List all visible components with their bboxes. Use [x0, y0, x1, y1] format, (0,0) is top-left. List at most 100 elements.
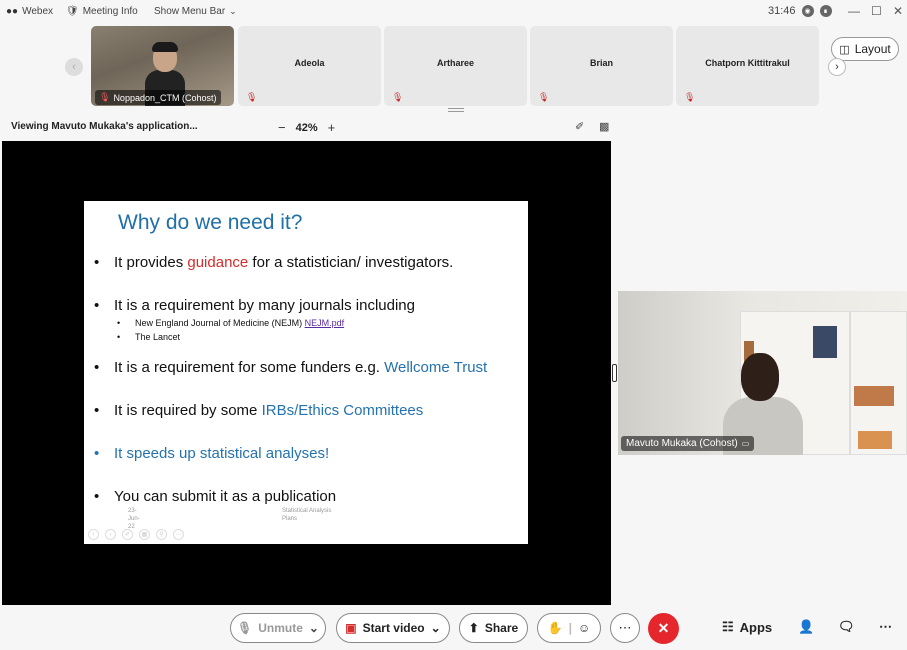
- participant-tile[interactable]: Brian 🎙: [530, 26, 673, 106]
- recording-icon[interactable]: ◉: [801, 5, 814, 17]
- slide-bullet: • You can submit it as a publication: [94, 488, 337, 505]
- webex-logo: ●● Webex: [6, 6, 53, 17]
- speaker-video[interactable]: Mavuto Mukaka (Cohost) ▭: [618, 291, 907, 455]
- speaker-label: Mavuto Mukaka (Cohost) ▭: [621, 436, 755, 451]
- speaker-name: Mavuto Mukaka (Cohost): [626, 438, 738, 449]
- apps-icon: ☷: [722, 619, 734, 634]
- share-icon: ⬆: [468, 621, 479, 635]
- chevron-left-icon: ‹: [72, 61, 76, 73]
- slide-footer-title: Statistical Analysis Plans: [282, 508, 332, 522]
- chat-icon: 🗨: [838, 619, 855, 634]
- title-bar: ●● Webex 🛡 Meeting Info Show Menu Bar ⌄ …: [0, 0, 907, 26]
- more-icon: ⋯: [618, 620, 632, 635]
- participant-name: Adeola: [294, 58, 325, 68]
- video-off-icon: ▣: [345, 621, 357, 635]
- nejm-pdf-link[interactable]: NEJM.pdf: [305, 318, 345, 328]
- slide-bullet: • It is a requirement for some funders e.…: [94, 359, 488, 376]
- share-label: Share: [484, 621, 519, 635]
- participants-icon: 👤: [798, 619, 815, 634]
- apps-label: Apps: [739, 619, 773, 635]
- slide-bullet: • It is required by some IRBs/Ethics Comm…: [94, 402, 424, 419]
- sharing-icon: ▭: [741, 439, 750, 448]
- layout-button[interactable]: ◫ Layout: [831, 37, 899, 61]
- unmute-label: Unmute: [258, 621, 303, 635]
- muted-mic-icon: 🎙: [392, 92, 404, 102]
- end-meeting-button[interactable]: ✕: [648, 613, 679, 644]
- start-video-label: Start video: [362, 621, 425, 635]
- annotate-icon[interactable]: ✐: [575, 120, 584, 133]
- muted-mic-icon: 🎙: [538, 92, 550, 102]
- slide-sub-bullet: • The Lancet: [117, 332, 181, 342]
- start-video-button[interactable]: ▣ Start video ⌄: [336, 613, 450, 643]
- slide-bullet: • It is a requirement by many journals in…: [94, 297, 415, 314]
- layout-label: Layout: [854, 42, 891, 56]
- participant-name: Artharee: [436, 58, 474, 68]
- slide-pen-icon[interactable]: ✐: [122, 529, 133, 540]
- participant-name: Noppadon_CTM (Cohost): [113, 92, 217, 103]
- participant-tile-video[interactable]: 🎙 Noppadon_CTM (Cohost): [91, 26, 234, 106]
- meeting-info-button[interactable]: 🛡 Meeting Info: [66, 6, 138, 17]
- chevron-right-icon: ›: [835, 61, 839, 73]
- chat-button[interactable]: 🗨: [838, 619, 855, 635]
- strip-resize-handle[interactable]: [448, 108, 464, 112]
- zoom-out-button[interactable]: −: [278, 120, 286, 135]
- participant-tile[interactable]: Chatporn Kittitrakul 🎙: [676, 26, 819, 106]
- show-menu-label: Show Menu Bar: [154, 6, 226, 17]
- zoom-level: 42%: [295, 121, 318, 134]
- slide-title: Why do we need it?: [118, 211, 303, 234]
- zoom-control: − 42% +: [278, 120, 335, 135]
- slide-sub-bullet: • New England Journal of Medicine (NEJM) …: [117, 318, 345, 328]
- close-icon: ✕: [657, 620, 670, 636]
- slide-footer-date: 23- Jun- 22: [128, 508, 140, 530]
- webex-icon: ●●: [6, 6, 19, 17]
- show-menu-bar-button[interactable]: Show Menu Bar ⌄: [154, 6, 237, 17]
- chevron-down-icon: ⌄: [308, 621, 319, 635]
- close-icon[interactable]: ✕: [893, 4, 903, 18]
- participant-name: Chatporn Kittitrakul: [705, 58, 790, 68]
- strip-prev-button[interactable]: ‹: [65, 58, 83, 76]
- view-options-icon[interactable]: ▩: [599, 120, 609, 133]
- muted-mic-icon: 🎙: [99, 92, 111, 102]
- slide-more-icon[interactable]: ⋯: [173, 529, 184, 540]
- emoji-icon[interactable]: ☺: [578, 621, 590, 635]
- apps-button[interactable]: ☷ Apps: [722, 619, 772, 635]
- shared-slide: Why do we need it? • It provides guidance…: [84, 201, 528, 544]
- app-name: Webex: [22, 6, 54, 17]
- participant-tile[interactable]: Adeola 🎙: [238, 26, 381, 106]
- slide-nav-controls: ‹ › ✐ ▦ ⚲ ⋯: [88, 529, 184, 540]
- participants-button[interactable]: 👤: [798, 619, 814, 635]
- panel-more-button[interactable]: ⋯: [879, 619, 892, 635]
- slide-grid-icon[interactable]: ▦: [139, 529, 150, 540]
- chevron-down-icon: ⌄: [430, 621, 441, 635]
- share-button[interactable]: ⬆ Share: [459, 613, 528, 643]
- muted-mic-icon: 🎙: [237, 621, 253, 635]
- minimize-icon[interactable]: —: [848, 4, 860, 18]
- slide-bullet: • It provides guidance for a statistician…: [94, 254, 454, 271]
- strip-next-button[interactable]: ›: [828, 58, 846, 76]
- slide-prev-icon[interactable]: ‹: [88, 529, 99, 540]
- viewing-label: Viewing Mavuto Mukaka's application...: [11, 121, 198, 132]
- raise-hand-icon[interactable]: ✋: [548, 621, 563, 635]
- participant-label: 🎙 Noppadon_CTM (Cohost): [95, 90, 221, 105]
- maximize-icon[interactable]: ☐: [871, 4, 882, 18]
- meeting-info-label: Meeting Info: [82, 6, 138, 17]
- more-icon: ⋯: [879, 619, 892, 634]
- participant-name: Brian: [589, 58, 613, 68]
- reactions-group: ✋ | ☺: [537, 613, 601, 643]
- network-health-icon[interactable]: ∎: [819, 5, 832, 17]
- panel-resize-handle[interactable]: [612, 364, 617, 382]
- zoom-in-button[interactable]: +: [328, 120, 336, 135]
- muted-mic-icon: 🎙: [684, 92, 696, 102]
- participant-tile[interactable]: Artharee 🎙: [384, 26, 527, 106]
- slide-next-icon[interactable]: ›: [105, 529, 116, 540]
- chevron-down-icon: ⌄: [229, 6, 237, 16]
- slide-zoom-icon[interactable]: ⚲: [156, 529, 167, 540]
- meeting-status: 31:46 ◉ ∎: [768, 5, 832, 17]
- meeting-timer: 31:46: [768, 5, 796, 17]
- muted-mic-icon: 🎙: [246, 92, 258, 102]
- slide-bullet: • It speeds up statistical analyses!: [94, 445, 330, 462]
- shield-icon: 🛡: [66, 6, 79, 17]
- layout-icon: ◫: [839, 43, 850, 56]
- unmute-button[interactable]: 🎙 Unmute ⌄: [230, 613, 326, 643]
- more-options-button[interactable]: ⋯: [610, 613, 640, 643]
